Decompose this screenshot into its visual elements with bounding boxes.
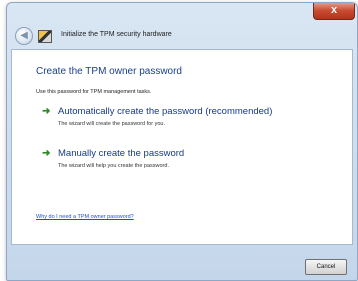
option-title: Manually create the password [58, 148, 185, 159]
back-arrow-icon: ◀ [20, 30, 28, 41]
option-manual-create-password[interactable]: ➜ Manually create the password The wizar… [42, 147, 312, 175]
option-auto-create-password[interactable]: ➜ Automatically create the password (rec… [42, 105, 312, 133]
green-arrow-icon: ➜ [42, 148, 51, 159]
wizard-footer: Cancel [7, 243, 357, 280]
option-description: The wizard will create the password for … [58, 121, 165, 127]
option-description: The wizard will help you create the pass… [58, 163, 169, 169]
cancel-button[interactable]: Cancel [305, 259, 347, 275]
green-arrow-icon: ➜ [42, 106, 51, 117]
wizard-window: ◀ Initialize the TPM security hardware x… [6, 2, 358, 281]
help-link[interactable]: Why do I need a TPM owner password? [36, 214, 134, 220]
page-heading: Create the TPM owner password [36, 66, 182, 77]
option-title: Automatically create the password (recom… [58, 106, 273, 117]
close-icon: x [330, 4, 338, 16]
title-bar: ◀ Initialize the TPM security hardware x [7, 3, 357, 49]
wizard-content: Create the TPM owner password Use this p… [11, 49, 353, 245]
tpm-chip-icon [38, 30, 52, 43]
instructions-text: Use this password for TPM management tas… [36, 89, 152, 95]
close-button[interactable]: x [313, 3, 355, 20]
back-button[interactable]: ◀ [15, 27, 33, 45]
window-title: Initialize the TPM security hardware [61, 31, 172, 38]
